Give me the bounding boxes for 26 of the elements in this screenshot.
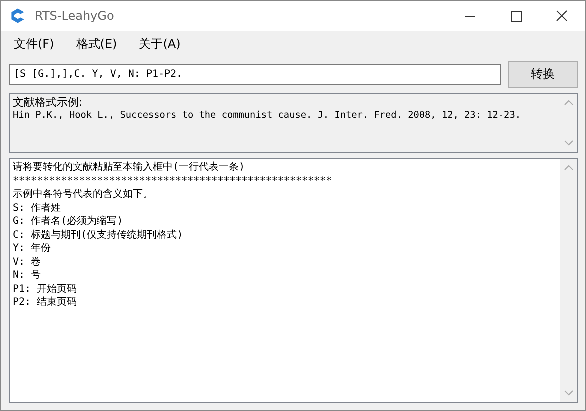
text-input-area[interactable]: 请将要转化的文献粘贴至本输入框中(一行代表一条) ***************************************************** 示例中各符号代表的含义如下。 S: 作者姓 G: 作者名(必须为缩写) C: 标题与期刊(仅支持传统期刊格式) Y: 年份 V: 卷 N: 号 P1: 开始页码 P2: 结束页码: [9, 158, 578, 403]
example-heading: 文献格式示例:: [13, 96, 84, 109]
text-line: P2: 结束页码: [13, 296, 78, 310]
scroll-up-icon[interactable]: [564, 100, 574, 106]
text-line: C: 标题与期刊(仅支持传统期刊格式): [13, 228, 184, 242]
text-line: *****************************************************: [13, 174, 334, 188]
menu-item[interactable]: 格式(E): [76, 36, 118, 52]
example-citation: Hin P.K., Hook L., Successors to the communist cause. J. Inter. Fred. 2008, 12, 23: 12-23.: [13, 109, 522, 122]
text-line: S: 作者姓: [13, 202, 62, 215]
text-line: V: 卷: [13, 256, 42, 269]
scroll-down-icon[interactable]: [564, 390, 574, 396]
menu-item[interactable]: 关于(A): [139, 36, 181, 52]
text-line: Y: 年份: [13, 242, 52, 256]
window-title: RTS-LeahyGo: [35, 9, 116, 23]
text-line: N: 号: [13, 269, 42, 282]
app-logo-icon: [9, 7, 27, 25]
text-line: 请将要转化的文献粘贴至本输入框中(一行代表一条): [13, 161, 246, 174]
text-line: P1: 开始页码: [13, 282, 78, 296]
text-line: 示例中各符号代表的含义如下。: [13, 188, 154, 202]
scroll-up-icon[interactable]: [564, 165, 574, 171]
format-input-field[interactable]: [S [G.],],C. Y, V, N: P1-P2.: [9, 64, 501, 85]
convert-button[interactable]: 转换: [508, 61, 578, 88]
scrollbar[interactable]: [560, 159, 577, 402]
scroll-down-icon[interactable]: [564, 140, 574, 146]
text-line: G: 作者名(必须为缩写): [13, 215, 124, 228]
menu-item[interactable]: 文件(F): [14, 36, 54, 52]
